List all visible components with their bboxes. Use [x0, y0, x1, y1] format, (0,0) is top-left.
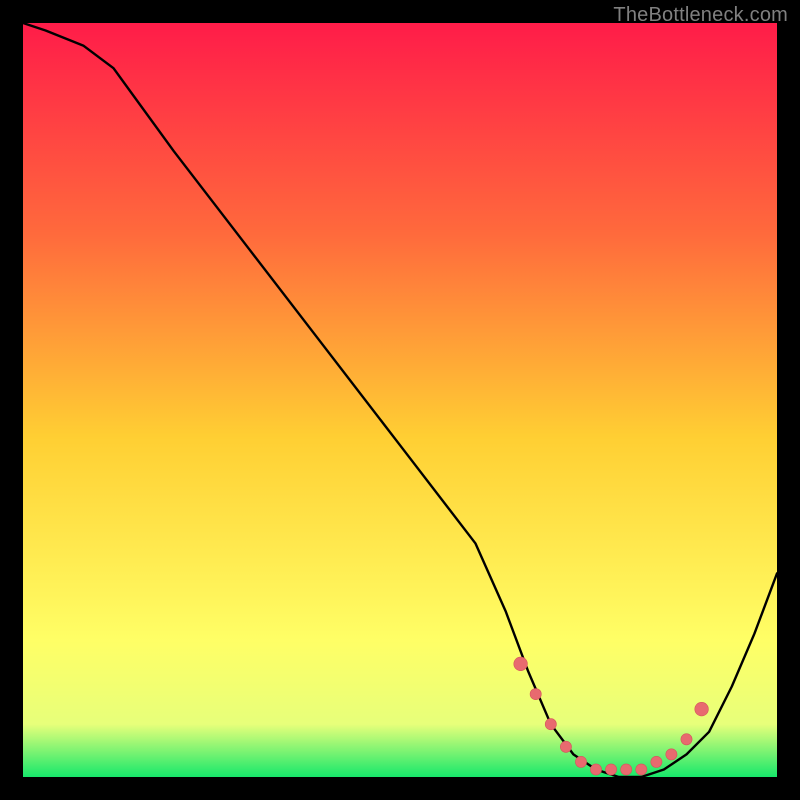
marker-dot: [651, 756, 662, 767]
marker-dot: [575, 756, 586, 767]
marker-dot: [695, 702, 709, 716]
marker-dot: [590, 764, 601, 775]
marker-dot: [666, 749, 677, 760]
marker-dot: [636, 764, 647, 775]
gradient-background: [23, 23, 777, 777]
chart-frame: TheBottleneck.com: [0, 0, 800, 800]
marker-dot: [621, 764, 632, 775]
plot-area: [23, 23, 777, 777]
marker-dot: [514, 657, 528, 671]
marker-dot: [606, 764, 617, 775]
marker-dot: [560, 741, 571, 752]
marker-dot: [681, 734, 692, 745]
marker-dot: [545, 719, 556, 730]
chart-svg: [23, 23, 777, 777]
marker-dot: [530, 689, 541, 700]
